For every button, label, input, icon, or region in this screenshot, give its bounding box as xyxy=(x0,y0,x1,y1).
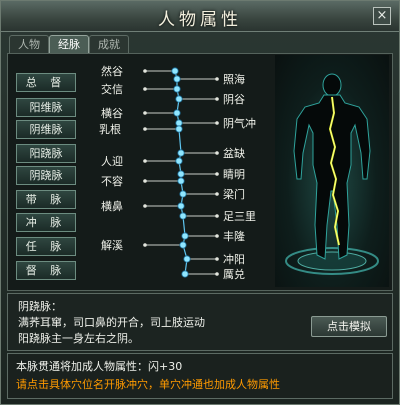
acupoint-label[interactable]: 然谷 xyxy=(101,64,123,78)
human-body-figure xyxy=(285,73,379,275)
title-bar[interactable]: 人物属性 × xyxy=(1,1,399,32)
meridian-button-yangqiao[interactable]: 阳跷脉 xyxy=(16,144,76,163)
acupoint-label[interactable]: 照海 xyxy=(223,72,245,86)
meridian-button-total[interactable]: 总 督 xyxy=(16,73,76,92)
close-button[interactable]: × xyxy=(373,7,391,25)
acupoint-label[interactable]: 乳根 xyxy=(99,122,121,136)
tab-achievements[interactable]: 成就 xyxy=(89,35,129,53)
hint-text: 请点击具体穴位名开脉冲穴，单穴冲通也加成人物属性 xyxy=(16,378,280,391)
acupoint-label[interactable]: 足三里 xyxy=(223,210,256,223)
bonus-footer: 本脉贯通将加成人物属性：闪+30 请点击具体穴位名开脉冲穴，单穴冲通也加成人物属… xyxy=(7,353,393,399)
tab-character[interactable]: 人物 xyxy=(9,35,49,53)
meridian-button-yinwei[interactable]: 阴维脉 xyxy=(16,120,76,139)
acupoint-label[interactable]: 厲兑 xyxy=(223,267,245,281)
acupoint-label[interactable]: 横鼻 xyxy=(101,199,123,213)
meridian-button-chong[interactable]: 冲 脉 xyxy=(16,213,76,232)
acupoint-label[interactable]: 人迎 xyxy=(101,155,123,168)
bonus-text: 本脉贯通将加成人物属性：闪+30 xyxy=(16,360,183,373)
acupoint-label[interactable]: 阴谷 xyxy=(223,93,245,106)
simulate-button[interactable]: 点击模拟 xyxy=(311,316,387,337)
description-name: 阴跷脉： xyxy=(18,300,62,313)
description-line-2: 阳跷脉主一身左右之阴。 xyxy=(18,332,139,345)
acupoint-label[interactable]: 交信 xyxy=(101,82,123,96)
acupoint-label[interactable]: 丰隆 xyxy=(223,229,245,243)
meridian-button-yinqiao[interactable]: 阴跷脉 xyxy=(16,166,76,185)
acupoint-label[interactable]: 不容 xyxy=(101,174,123,188)
acupoint-graph: 然谷 交信 横谷 乳根 人迎 不容 横鼻 解溪 照海 阴谷 阴气冲 盆缺 睛明 … xyxy=(99,64,256,281)
description-line-1: 满荞耳窜，司口鼻的开合，司上肢运动 xyxy=(18,316,205,329)
meridian-button-ren[interactable]: 任 脉 xyxy=(16,237,76,256)
tab-meridians[interactable]: 经脉 xyxy=(49,35,89,53)
meridian-button-du[interactable]: 督 脉 xyxy=(16,261,76,280)
acupoint-label[interactable]: 横谷 xyxy=(101,106,123,120)
acupoint-label[interactable]: 梁门 xyxy=(223,187,245,201)
window-title: 人物属性 xyxy=(158,10,242,30)
acupoint-label[interactable]: 解溪 xyxy=(101,238,123,252)
body-figure-panel xyxy=(275,55,389,287)
meridian-button-dai[interactable]: 带 脉 xyxy=(16,190,76,209)
acupoint-label[interactable]: 睛明 xyxy=(223,168,245,181)
character-attributes-window: 人物属性 × 人物 经脉 成就 总 督 阳维脉 阴维脉 阳跷脉 阴跷脉 带 脉 … xyxy=(0,0,400,405)
meridian-button-yangwei[interactable]: 阳维脉 xyxy=(16,98,76,117)
acupoint-label[interactable]: 阴气冲 xyxy=(223,116,256,130)
acupoint-label[interactable]: 盆缺 xyxy=(223,146,245,160)
acupoint-label[interactable]: 冲阳 xyxy=(223,252,245,266)
